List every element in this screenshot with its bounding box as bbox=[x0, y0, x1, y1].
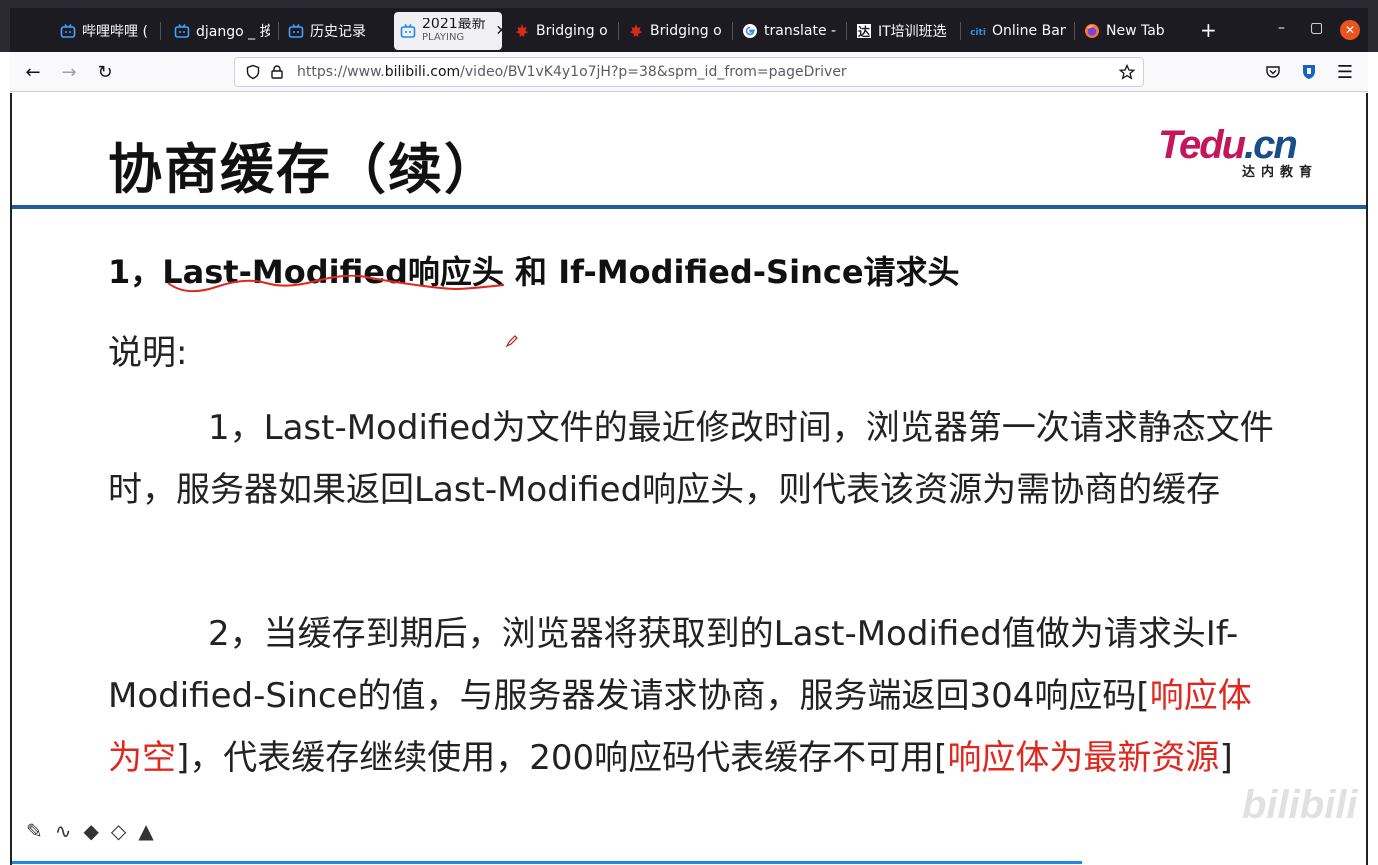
pocket-icon[interactable] bbox=[1262, 61, 1284, 83]
tab-online-banking[interactable]: citi Online Ban bbox=[970, 12, 1066, 50]
url-domain: bilibili.com bbox=[384, 64, 461, 80]
paragraph-2-text-a: 2，当缓存到期后，浏览器将获取到的Last-Modified值做为请求头If-M… bbox=[108, 614, 1239, 716]
extension-icon[interactable] bbox=[1298, 61, 1320, 83]
video-progress-bar[interactable] bbox=[12, 861, 1082, 864]
paragraph-1-text: 1，Last-Modified为文件的最近修改时间，浏览器第一次请求静态文件时，… bbox=[108, 408, 1274, 510]
tab-new-tab[interactable]: New Tab bbox=[1084, 12, 1184, 50]
tab-label: 2021最新 bbox=[422, 18, 486, 31]
bilibili-watermark: bilibili bbox=[1242, 783, 1358, 827]
tab-label: Bridging o bbox=[536, 23, 608, 39]
tab-label-group: 2021最新 PLAYING bbox=[422, 18, 486, 44]
tab-separator bbox=[960, 22, 961, 40]
marker-icon[interactable]: ◆ bbox=[84, 819, 99, 843]
firefox-icon bbox=[1084, 23, 1100, 39]
tab-label: Online Ban bbox=[992, 23, 1066, 39]
title-divider bbox=[12, 205, 1366, 209]
tab-separator bbox=[732, 22, 733, 40]
freehand-icon[interactable]: ∿ bbox=[55, 819, 72, 843]
pencil-icon[interactable]: ✎ bbox=[26, 819, 43, 843]
tab-bar: 哔哩哔哩 ( django _ 按 历史记录 2021最新 PLAYING ✕ … bbox=[0, 0, 1378, 52]
logo-wordmark-main: Tedu bbox=[1158, 123, 1246, 167]
slide-title: 协商缓存（续） bbox=[108, 138, 500, 201]
lock-icon[interactable] bbox=[269, 64, 285, 80]
window-close-icon[interactable]: ✕ bbox=[1340, 20, 1360, 40]
shield-icon[interactable] bbox=[245, 64, 261, 80]
tedu-logo: Tedu.cn 达内教育 bbox=[1158, 123, 1320, 183]
paragraph-2: 2，当缓存到期后，浏览器将获取到的Last-Modified值做为请求头If-M… bbox=[108, 603, 1278, 789]
bilibili-icon bbox=[60, 23, 76, 39]
tab-separator bbox=[1074, 22, 1075, 40]
url-path: /video/BV1vK4y1o7jH?p=38&spm_id_from=pag… bbox=[460, 64, 847, 80]
tab-bridging-2[interactable]: Bridging o bbox=[628, 12, 724, 50]
tab-active-video[interactable]: 2021最新 PLAYING ✕ bbox=[394, 12, 502, 50]
url-bar[interactable]: https://www.bilibili.com/video/BV1vK4y1o… bbox=[234, 57, 1144, 87]
annotation-toolbar: ✎ ∿ ◆ ◇ ▲ bbox=[26, 819, 154, 843]
explanation-label: 说明: bbox=[108, 333, 188, 373]
paragraph-2-text-c: ] bbox=[1219, 738, 1233, 778]
new-tab-button[interactable]: + bbox=[1200, 18, 1217, 42]
tab-separator bbox=[160, 22, 161, 40]
red-annotation-underline bbox=[167, 275, 505, 293]
tab-label: 哔哩哔哩 ( bbox=[82, 24, 148, 40]
tab-history[interactable]: 历史记录 bbox=[288, 12, 378, 50]
video-frame[interactable]: 协商缓存（续） Tedu.cn 达内教育 1，Last-Modified响应头 … bbox=[10, 93, 1368, 865]
tab-label: translate - bbox=[764, 23, 837, 39]
google-icon bbox=[742, 23, 758, 39]
tab-playing-indicator: PLAYING bbox=[422, 32, 465, 43]
logo-subtitle: 达内教育 bbox=[1241, 165, 1318, 180]
tab-bilibili-home[interactable]: 哔哩哔哩 ( bbox=[60, 12, 150, 50]
tab-label: django _ 按 bbox=[196, 24, 270, 40]
tab-label: 历史记录 bbox=[310, 24, 366, 40]
tab-label: New Tab bbox=[1106, 23, 1165, 39]
back-icon[interactable]: ← bbox=[22, 61, 44, 83]
paragraph-2-highlight-2: 响应体为最新资源 bbox=[947, 738, 1220, 778]
browser-window: 哔哩哔哩 ( django _ 按 历史记录 2021最新 PLAYING ✕ … bbox=[0, 0, 1378, 865]
forward-icon[interactable]: → bbox=[58, 61, 80, 83]
tab-bridging-1[interactable]: Bridging o bbox=[514, 12, 610, 50]
paragraph-2-text-b: ]，代表缓存继续使用，200响应码代表缓存不可用[ bbox=[176, 738, 948, 778]
pointer-icon[interactable]: ▲ bbox=[138, 819, 153, 843]
eraser-icon[interactable]: ◇ bbox=[111, 819, 126, 843]
bilibili-icon bbox=[174, 23, 190, 39]
tab-it-training[interactable]: 达 IT培训班选 bbox=[856, 12, 952, 50]
tab-django[interactable]: django _ 按 bbox=[174, 12, 270, 50]
menu-icon[interactable]: ☰ bbox=[1334, 61, 1356, 83]
maple-leaf-icon bbox=[628, 23, 644, 39]
bilibili-icon bbox=[288, 23, 304, 39]
svg-text:达: 达 bbox=[858, 24, 870, 39]
maple-leaf-icon bbox=[514, 23, 530, 39]
paragraph-1: 1，Last-Modified为文件的最近修改时间，浏览器第一次请求静态文件时，… bbox=[108, 397, 1278, 521]
tab-label: Bridging o bbox=[650, 23, 722, 39]
da-icon: 达 bbox=[856, 23, 872, 39]
url-text[interactable]: https://www.bilibili.com/video/BV1vK4y1o… bbox=[297, 64, 847, 80]
tab-separator bbox=[846, 22, 847, 40]
bilibili-icon bbox=[400, 23, 416, 39]
tab-translate[interactable]: translate - bbox=[742, 12, 838, 50]
citi-icon: citi bbox=[970, 23, 986, 39]
minimize-icon[interactable]: – bbox=[1278, 20, 1285, 36]
url-prefix: https://www. bbox=[297, 64, 385, 80]
tab-separator bbox=[618, 22, 619, 40]
pen-cursor-icon bbox=[506, 335, 518, 347]
maximize-icon[interactable]: ▢ bbox=[1310, 20, 1323, 36]
navigation-bar: ← → ↻ https://www.bilibili.com/video/BV1… bbox=[10, 52, 1368, 92]
close-tab-icon[interactable]: ✕ bbox=[496, 23, 502, 39]
reload-icon[interactable]: ↻ bbox=[94, 61, 116, 83]
tab-label: IT培训班选 bbox=[878, 24, 947, 40]
svg-text:citi: citi bbox=[970, 28, 986, 38]
tab-separator bbox=[278, 22, 279, 40]
bookmark-star-icon[interactable] bbox=[1118, 63, 1136, 80]
